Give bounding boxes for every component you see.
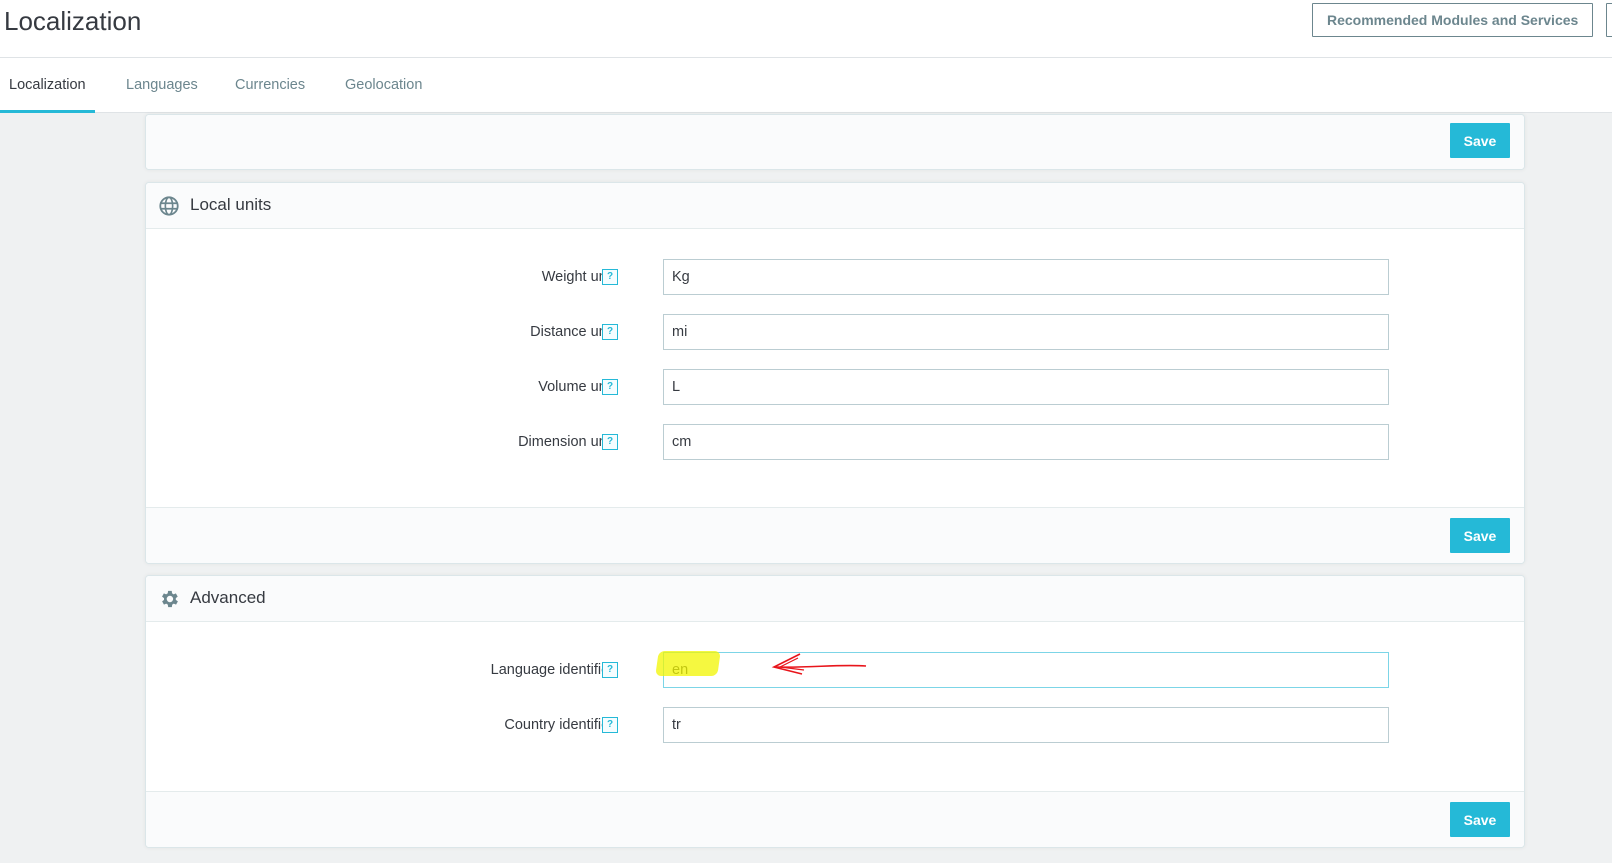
panel-title: Advanced xyxy=(190,588,266,607)
tab-localization[interactable]: Localization xyxy=(0,58,95,113)
yellow-highlight-annotation xyxy=(655,651,721,676)
dimension-unit-label: Dimension unit xyxy=(518,434,614,450)
panel-heading: Local units xyxy=(146,183,1524,229)
tab-languages[interactable]: Languages xyxy=(117,58,207,113)
weight-unit-input[interactable] xyxy=(663,259,1389,295)
header-extra-button[interactable] xyxy=(1606,3,1612,37)
globe-icon xyxy=(159,196,179,216)
help-icon[interactable]: ? xyxy=(602,324,618,340)
panel-footer: Save xyxy=(146,507,1524,563)
save-button[interactable]: Save xyxy=(1450,802,1510,837)
save-button[interactable]: Save xyxy=(1450,518,1510,553)
configuration-panel: Save xyxy=(145,114,1525,170)
save-button[interactable]: Save xyxy=(1450,123,1510,158)
language-identifier-row: Language identifier ? xyxy=(146,652,1524,688)
distance-unit-input[interactable] xyxy=(663,314,1389,350)
advanced-panel: Advanced Language identifier ? Country i… xyxy=(145,575,1525,848)
language-identifier-label: Language identifier xyxy=(490,662,614,678)
help-icon[interactable]: ? xyxy=(602,269,618,285)
panel-title: Local units xyxy=(190,195,272,214)
help-icon[interactable]: ? xyxy=(602,717,618,733)
gear-icon xyxy=(162,590,178,608)
tab-bar: Localization Languages Currencies Geoloc… xyxy=(0,58,1612,113)
language-identifier-input[interactable] xyxy=(663,652,1389,688)
help-icon[interactable]: ? xyxy=(602,379,618,395)
distance-unit-row: Distance unit ? xyxy=(146,314,1524,350)
page-header: Localization Recommended Modules and Ser… xyxy=(0,0,1612,58)
help-icon[interactable]: ? xyxy=(602,662,618,678)
weight-unit-row: Weight unit ? xyxy=(146,259,1524,295)
local-units-panel: Local units Weight unit ? Distance unit … xyxy=(145,182,1525,564)
country-identifier-row: Country identifier ? xyxy=(146,707,1524,743)
tab-geolocation[interactable]: Geolocation xyxy=(336,58,431,113)
country-identifier-label: Country identifier xyxy=(504,717,614,733)
volume-unit-input[interactable] xyxy=(663,369,1389,405)
recommended-modules-button[interactable]: Recommended Modules and Services xyxy=(1312,3,1594,37)
panel-footer: Save xyxy=(146,791,1524,847)
dimension-unit-input[interactable] xyxy=(663,424,1389,460)
page-title: Localization xyxy=(4,6,142,36)
tab-currencies[interactable]: Currencies xyxy=(226,58,314,113)
panel-heading: Advanced xyxy=(146,576,1524,622)
help-icon[interactable]: ? xyxy=(602,434,618,450)
volume-unit-row: Volume unit ? xyxy=(146,369,1524,405)
dimension-unit-row: Dimension unit ? xyxy=(146,424,1524,460)
panel-footer: Save xyxy=(146,115,1524,169)
country-identifier-input[interactable] xyxy=(663,707,1389,743)
